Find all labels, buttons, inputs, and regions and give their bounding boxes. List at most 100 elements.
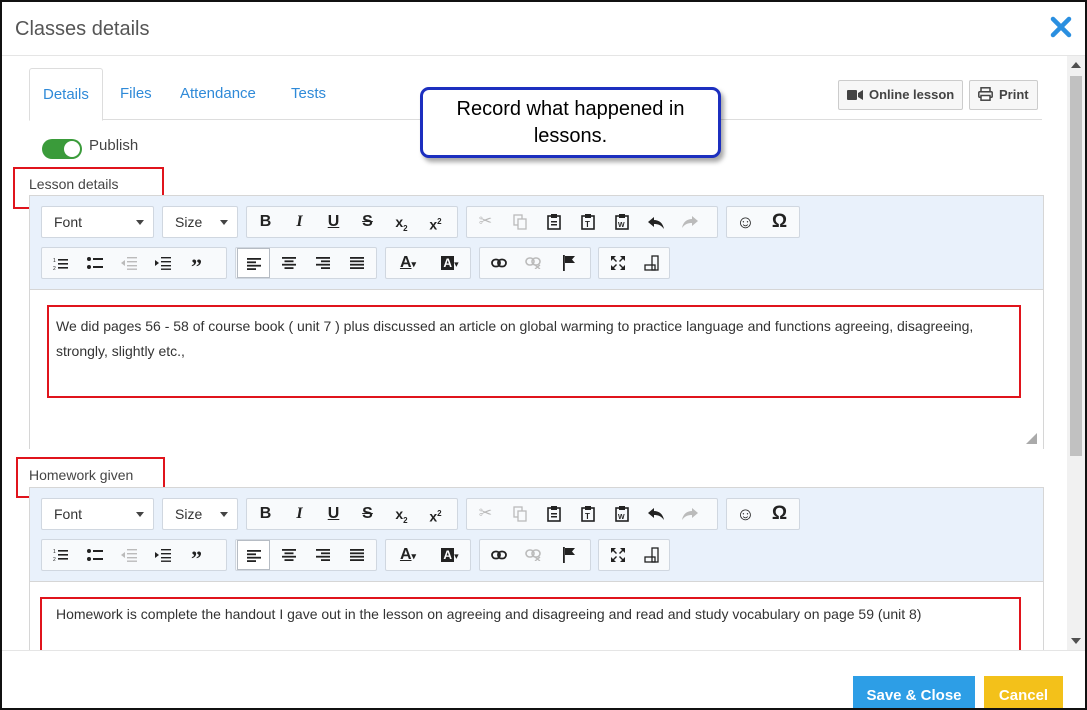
print-button[interactable]: Print — [969, 80, 1038, 110]
subscript-icon[interactable]: x2 — [385, 499, 418, 529]
font-dropdown-label: Font — [54, 506, 83, 522]
decrease-indent-icon[interactable] — [112, 540, 145, 570]
anchor-flag-icon[interactable] — [552, 540, 585, 570]
paste-from-word-icon[interactable]: W — [605, 499, 638, 529]
strikethrough-icon[interactable]: S — [351, 207, 384, 237]
unlink-icon[interactable] — [516, 540, 549, 570]
paste-as-text-icon[interactable]: T — [571, 499, 604, 529]
special-character-icon[interactable]: Ω — [763, 207, 796, 237]
clipboard-group: ✂ T W — [466, 206, 718, 238]
color-group: A▾ A ▾ — [385, 539, 471, 571]
view-group — [598, 539, 670, 571]
insert-group: ☺ Ω — [726, 498, 800, 530]
align-right-icon[interactable] — [306, 248, 339, 278]
link-group — [479, 539, 591, 571]
redo-icon[interactable] — [673, 499, 706, 529]
justify-icon[interactable] — [340, 248, 373, 278]
show-blocks-icon[interactable] — [635, 540, 668, 570]
maximize-icon[interactable] — [601, 540, 634, 570]
background-color-icon[interactable]: A ▾ — [430, 540, 470, 570]
decrease-indent-icon[interactable] — [112, 248, 145, 278]
link-icon[interactable] — [482, 540, 515, 570]
size-dropdown[interactable]: Size — [162, 498, 238, 530]
copy-icon[interactable] — [503, 207, 536, 237]
scroll-down-arrow-icon[interactable] — [1071, 638, 1081, 644]
paste-icon[interactable] — [537, 207, 570, 237]
editor-toolbar: Font Size B I U S x2 x2 ✂ T W ☺ Ω 1 2 ” … — [30, 488, 1043, 582]
svg-text:1: 1 — [53, 549, 56, 555]
tab-attendance[interactable]: Attendance — [167, 68, 269, 120]
link-icon[interactable] — [482, 248, 515, 278]
superscript-icon[interactable]: x2 — [419, 207, 452, 237]
numbered-list-icon[interactable]: 12 — [44, 248, 77, 278]
emoji-icon[interactable]: ☺ — [729, 499, 762, 529]
font-dropdown[interactable]: Font — [41, 498, 154, 530]
increase-indent-icon[interactable] — [146, 540, 179, 570]
align-right-icon[interactable] — [306, 540, 339, 570]
show-blocks-icon[interactable] — [635, 248, 668, 278]
bold-icon[interactable]: B — [249, 207, 282, 237]
special-character-icon[interactable]: Ω — [763, 499, 796, 529]
svg-text:W: W — [618, 514, 625, 521]
tab-details[interactable]: Details — [29, 68, 103, 121]
tab-tests[interactable]: Tests — [278, 68, 339, 120]
scrollbar[interactable] — [1067, 56, 1085, 650]
emoji-icon[interactable]: ☺ — [729, 207, 762, 237]
copy-icon[interactable] — [503, 499, 536, 529]
cut-icon[interactable]: ✂ — [469, 207, 502, 237]
numbered-list-icon[interactable]: 12 — [44, 540, 77, 570]
redo-icon[interactable] — [673, 207, 706, 237]
classes-details-dialog: Classes details Details Files Attendance… — [0, 0, 1087, 710]
justify-icon[interactable] — [340, 540, 373, 570]
svg-text:2: 2 — [53, 557, 56, 562]
bold-icon[interactable]: B — [249, 499, 282, 529]
cut-icon[interactable]: ✂ — [469, 499, 502, 529]
paste-from-word-icon[interactable]: W — [605, 207, 638, 237]
scroll-thumb[interactable] — [1070, 76, 1082, 456]
resize-grip-icon[interactable] — [1026, 433, 1037, 444]
text-color-icon[interactable]: A▾ — [388, 248, 428, 278]
publish-toggle[interactable] — [42, 139, 82, 159]
underline-icon[interactable]: U — [317, 207, 350, 237]
blockquote-icon[interactable]: ” — [180, 248, 213, 279]
superscript-icon[interactable]: x2 — [419, 499, 452, 529]
text-color-icon[interactable]: A▾ — [388, 540, 428, 570]
close-icon[interactable] — [1049, 15, 1073, 39]
publish-label: Publish — [89, 137, 139, 154]
underline-icon[interactable]: U — [317, 499, 350, 529]
online-lesson-button[interactable]: Online lesson — [838, 80, 964, 110]
bulleted-list-icon[interactable] — [78, 540, 111, 570]
align-center-icon[interactable] — [272, 540, 305, 570]
chevron-down-icon — [136, 220, 144, 225]
cancel-button[interactable]: Cancel — [984, 676, 1063, 708]
paste-as-text-icon[interactable]: T — [571, 207, 604, 237]
svg-text:1: 1 — [53, 258, 56, 264]
maximize-icon[interactable] — [601, 248, 634, 278]
save-close-button[interactable]: Save & Close — [853, 676, 975, 708]
italic-icon[interactable]: I — [283, 207, 316, 237]
anchor-flag-icon[interactable] — [552, 248, 585, 278]
dialog-header: Classes details — [2, 2, 1085, 56]
dialog-title: Classes details — [15, 18, 150, 40]
svg-text:W: W — [618, 222, 625, 229]
undo-icon[interactable] — [639, 499, 672, 529]
font-dropdown[interactable]: Font — [41, 206, 154, 238]
unlink-icon[interactable] — [516, 248, 549, 278]
scroll-up-arrow-icon[interactable] — [1071, 62, 1081, 68]
blockquote-icon[interactable]: ” — [180, 540, 213, 571]
italic-icon[interactable]: I — [283, 499, 316, 529]
undo-icon[interactable] — [639, 207, 672, 237]
paste-icon[interactable] — [537, 499, 570, 529]
align-center-icon[interactable] — [272, 248, 305, 278]
homework-label: Homework given — [29, 467, 134, 483]
subscript-icon[interactable]: x2 — [385, 207, 418, 237]
size-dropdown[interactable]: Size — [162, 206, 238, 238]
increase-indent-icon[interactable] — [146, 248, 179, 278]
align-left-icon[interactable] — [237, 540, 270, 570]
toggle-knob — [64, 141, 80, 157]
background-color-icon[interactable]: A ▾ — [430, 248, 470, 278]
bulleted-list-icon[interactable] — [78, 248, 111, 278]
tab-files[interactable]: Files — [107, 68, 165, 120]
strikethrough-icon[interactable]: S — [351, 499, 384, 529]
align-left-icon[interactable] — [237, 248, 270, 278]
